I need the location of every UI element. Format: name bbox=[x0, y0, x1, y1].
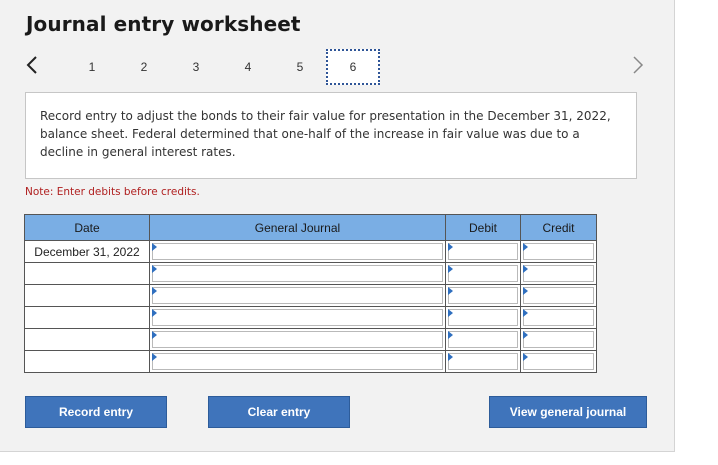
account-input[interactable] bbox=[152, 331, 443, 348]
record-entry-button[interactable]: Record entry bbox=[25, 396, 167, 428]
account-input[interactable] bbox=[152, 309, 443, 326]
debit-input[interactable] bbox=[448, 331, 518, 348]
debit-input[interactable] bbox=[448, 309, 518, 326]
entry-tabs: 1 2 3 4 5 6 bbox=[66, 49, 380, 85]
note-text: Note: Enter debits before credits. bbox=[25, 186, 200, 198]
debit-header: Debit bbox=[445, 214, 521, 241]
instruction-box: Record entry to adjust the bonds to thei… bbox=[25, 92, 637, 179]
tab-2[interactable]: 2 bbox=[118, 50, 170, 84]
date-cell: December 31, 2022 bbox=[24, 240, 150, 263]
credit-input[interactable] bbox=[523, 243, 594, 260]
date-cell[interactable] bbox=[24, 328, 150, 351]
view-general-journal-button[interactable]: View general journal bbox=[489, 396, 647, 428]
tab-1[interactable]: 1 bbox=[66, 50, 118, 84]
table-row bbox=[24, 306, 597, 329]
next-arrow-icon[interactable] bbox=[628, 52, 648, 78]
credit-input[interactable] bbox=[523, 309, 594, 326]
date-cell[interactable] bbox=[24, 262, 150, 285]
page-title: Journal entry worksheet bbox=[26, 12, 301, 36]
tab-6[interactable]: 6 bbox=[326, 49, 380, 85]
table-row bbox=[24, 328, 597, 351]
date-cell[interactable] bbox=[24, 350, 150, 373]
tab-4[interactable]: 4 bbox=[222, 50, 274, 84]
date-cell[interactable] bbox=[24, 306, 150, 329]
account-input[interactable] bbox=[152, 265, 443, 282]
credit-header: Credit bbox=[520, 214, 597, 241]
credit-input[interactable] bbox=[523, 331, 594, 348]
debit-input[interactable] bbox=[448, 353, 518, 370]
debit-input[interactable] bbox=[448, 287, 518, 304]
table-row bbox=[24, 350, 597, 373]
worksheet-panel: Journal entry worksheet 1 2 3 4 5 6 Reco… bbox=[0, 0, 675, 452]
table-row bbox=[24, 284, 597, 307]
account-input[interactable] bbox=[152, 243, 443, 260]
prev-arrow-icon[interactable] bbox=[22, 52, 42, 78]
account-input[interactable] bbox=[152, 287, 443, 304]
tab-5[interactable]: 5 bbox=[274, 50, 326, 84]
credit-input[interactable] bbox=[523, 287, 594, 304]
date-header: Date bbox=[24, 214, 150, 241]
credit-input[interactable] bbox=[523, 265, 594, 282]
clear-entry-button[interactable]: Clear entry bbox=[208, 396, 350, 428]
account-input[interactable] bbox=[152, 353, 443, 370]
journal-header: General Journal bbox=[149, 214, 446, 241]
table-row bbox=[24, 262, 597, 285]
table-row: December 31, 2022 bbox=[24, 240, 597, 263]
instruction-text: Record entry to adjust the bonds to thei… bbox=[40, 109, 611, 159]
credit-input[interactable] bbox=[523, 353, 594, 370]
date-cell[interactable] bbox=[24, 284, 150, 307]
debit-input[interactable] bbox=[448, 243, 518, 260]
journal-table: Date General Journal Debit Credit Decemb… bbox=[24, 214, 597, 373]
table-header-row: Date General Journal Debit Credit bbox=[24, 214, 597, 241]
debit-input[interactable] bbox=[448, 265, 518, 282]
tab-3[interactable]: 3 bbox=[170, 50, 222, 84]
